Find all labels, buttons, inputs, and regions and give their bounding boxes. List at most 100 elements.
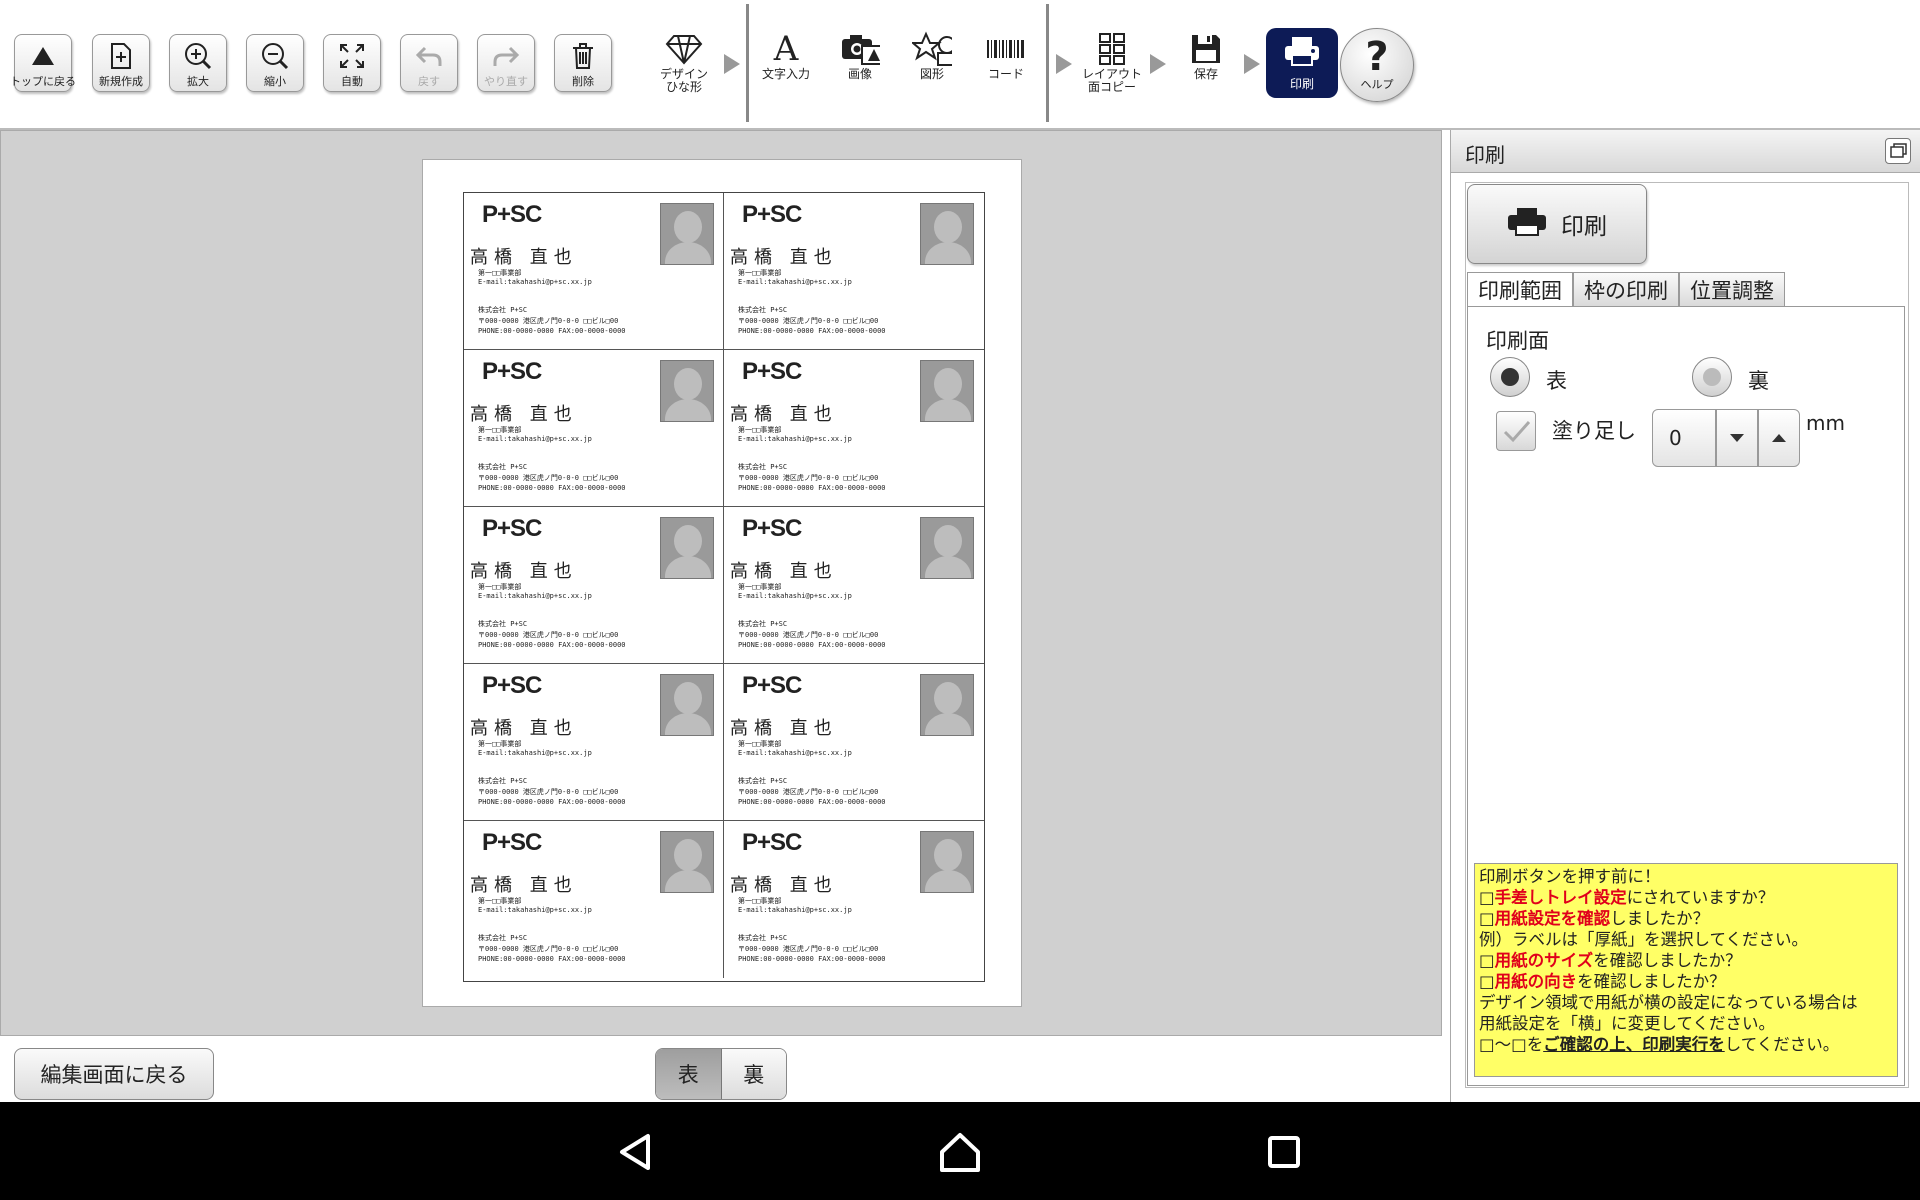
- top-button[interactable]: トップに戻る: [10, 34, 76, 92]
- tab-position-adjust[interactable]: 位置調整: [1679, 272, 1785, 306]
- radio-front[interactable]: [1490, 357, 1530, 397]
- business-card[interactable]: P+SC 高橋 直也 第一□□事業部 E-mail:takahashi@p+sc…: [464, 193, 724, 350]
- panel-tabs: 印刷範囲 枠の印刷 位置調整: [1467, 272, 1785, 306]
- note-line-4: □用紙のサイズを確認しましたか？: [1479, 951, 1742, 970]
- fit-button[interactable]: 自動: [323, 34, 381, 92]
- tab-frame-print[interactable]: 枠の印刷: [1573, 272, 1679, 306]
- card-company: 株式会社 P+SC: [738, 463, 788, 471]
- card-department: 第一□□事業部: [478, 897, 522, 905]
- code-label: コード: [987, 67, 1024, 81]
- business-card[interactable]: P+SC 高橋 直也 第一□□事業部 E-mail:takahashi@p+sc…: [464, 350, 724, 507]
- layout-copy-label: レイアウト 面コピー: [1081, 67, 1142, 94]
- card-email: E-mail:takahashi@p+sc.xx.jp: [738, 906, 852, 914]
- nav-back-icon[interactable]: [614, 1130, 658, 1174]
- card-company: 株式会社 P+SC: [738, 934, 788, 942]
- card-name: 高橋 直也: [470, 875, 578, 896]
- new-button[interactable]: 新規作成: [92, 34, 150, 92]
- paper-sheet: P+SC 高橋 直也 第一□□事業部 E-mail:takahashi@p+sc…: [422, 159, 1022, 1007]
- photo-placeholder-icon: [660, 360, 714, 422]
- business-card[interactable]: P+SC 高橋 直也 第一□□事業部 E-mail:takahashi@p+sc…: [724, 507, 984, 664]
- back-to-edit-button[interactable]: 編集画面に戻る: [14, 1048, 214, 1100]
- business-card[interactable]: P+SC 高橋 直也 第一□□事業部 E-mail:takahashi@p+sc…: [464, 821, 724, 978]
- business-card[interactable]: P+SC 高橋 直也 第一□□事業部 E-mail:takahashi@p+sc…: [724, 664, 984, 821]
- card-address: 〒000-0000 港区虎ノ門0-0-0 □□ビル□00: [738, 788, 879, 796]
- business-card[interactable]: P+SC 高橋 直也 第一□□事業部 E-mail:takahashi@p+sc…: [724, 821, 984, 978]
- layout-copy-tool[interactable]: レイアウト 面コピー: [1078, 30, 1146, 100]
- text-input-tool[interactable]: A 文字入力: [752, 29, 820, 100]
- card-name: 高橋 直也: [730, 875, 838, 896]
- design-template-tool[interactable]: デザイン ひな形: [650, 30, 718, 100]
- undo-icon: [414, 41, 444, 71]
- business-card[interactable]: P+SC 高橋 直也 第一□□事業部 E-mail:takahashi@p+sc…: [464, 507, 724, 664]
- design-canvas[interactable]: P+SC 高橋 直也 第一□□事業部 E-mail:takahashi@p+sc…: [0, 130, 1442, 1036]
- card-logo: P+SC: [742, 358, 802, 385]
- card-address: 〒000-0000 港区虎ノ門0-0-0 □□ビル□00: [478, 945, 619, 953]
- card-address: 〒000-0000 港区虎ノ門0-0-0 □□ビル□00: [738, 945, 879, 953]
- zoom-in-button[interactable]: 拡大: [169, 34, 227, 92]
- card-company: 株式会社 P+SC: [478, 777, 528, 785]
- card-name: 高橋 直也: [730, 561, 838, 582]
- business-card[interactable]: P+SC 高橋 直也 第一□□事業部 E-mail:takahashi@p+sc…: [464, 664, 724, 821]
- bleed-unit: mm: [1806, 411, 1845, 435]
- undo-button[interactable]: 戻す: [400, 34, 458, 92]
- delete-button[interactable]: 削除: [554, 34, 612, 92]
- zoom-out-button[interactable]: 縮小: [246, 34, 304, 92]
- nav-recents-icon[interactable]: [1262, 1130, 1306, 1174]
- nav-home-icon[interactable]: [938, 1130, 982, 1174]
- card-name: 高橋 直也: [730, 404, 838, 425]
- tab-print-range[interactable]: 印刷範囲: [1467, 272, 1573, 306]
- photo-placeholder-icon: [920, 203, 974, 265]
- card-email: E-mail:takahashi@p+sc.xx.jp: [738, 592, 852, 600]
- step-arrow: [1244, 54, 1260, 74]
- card-phone: PHONE:00-0000-0000 FAX:00-0000-0000: [738, 484, 886, 492]
- card-email: E-mail:takahashi@p+sc.xx.jp: [478, 749, 592, 757]
- save-tool[interactable]: 保存: [1172, 30, 1240, 100]
- help-label: ヘルプ: [1360, 78, 1394, 91]
- bottom-bar: 編集画面に戻る 表 裏: [0, 1036, 1442, 1102]
- step-arrow: [724, 54, 740, 74]
- question-mark-icon: ?: [1365, 34, 1389, 80]
- redo-button[interactable]: やり直す: [477, 34, 535, 92]
- front-side-button[interactable]: 表: [656, 1049, 722, 1099]
- card-phone: PHONE:00-0000-0000 FAX:00-0000-0000: [738, 955, 886, 963]
- help-button[interactable]: ? ヘルプ: [1340, 28, 1414, 102]
- tab-content: 印刷面 表 裏 塗り足し 0 mm 印刷ボタンを押す前に！ □手差しトレイ設定に…: [1467, 306, 1905, 1086]
- print-button[interactable]: 印刷: [1467, 184, 1647, 264]
- image-label: 画像: [847, 67, 872, 81]
- card-company: 株式会社 P+SC: [478, 934, 528, 942]
- card-name: 高橋 直也: [730, 718, 838, 739]
- photo-placeholder-icon: [920, 831, 974, 893]
- step-arrow: [1056, 54, 1072, 74]
- letter-a-icon: A: [773, 29, 799, 69]
- bleed-decrement-button[interactable]: [1716, 409, 1758, 467]
- window-restore-icon[interactable]: [1885, 138, 1911, 164]
- card-address: 〒000-0000 港区虎ノ門0-0-0 □□ビル□00: [738, 631, 879, 639]
- card-name: 高橋 直也: [470, 718, 578, 739]
- card-phone: PHONE:00-0000-0000 FAX:00-0000-0000: [738, 798, 886, 806]
- shape-tool[interactable]: 図形: [898, 30, 966, 100]
- print-tool[interactable]: 印刷: [1266, 28, 1338, 98]
- card-address: 〒000-0000 港区虎ノ門0-0-0 □□ビル□00: [478, 474, 619, 482]
- bleed-input[interactable]: 0: [1652, 409, 1716, 467]
- business-card[interactable]: P+SC 高橋 直也 第一□□事業部 E-mail:takahashi@p+sc…: [724, 193, 984, 350]
- undo-label: 戻す: [418, 75, 440, 88]
- bleed-increment-button[interactable]: [1758, 409, 1800, 467]
- card-department: 第一□□事業部: [738, 426, 782, 434]
- card-address: 〒000-0000 港区虎ノ門0-0-0 □□ビル□00: [478, 788, 619, 796]
- card-department: 第一□□事業部: [478, 269, 522, 277]
- bleed-checkbox[interactable]: [1496, 411, 1536, 451]
- business-card[interactable]: P+SC 高橋 直也 第一□□事業部 E-mail:takahashi@p+sc…: [724, 350, 984, 507]
- image-tool[interactable]: 画像: [826, 30, 894, 100]
- radio-back[interactable]: [1692, 357, 1732, 397]
- back-side-button[interactable]: 裏: [721, 1049, 786, 1099]
- note-line-2: □用紙設定を確認しましたか？: [1479, 909, 1710, 928]
- checkmark-icon: [1503, 421, 1531, 443]
- note-line-8: □〜□をご確認の上、印刷実行をしてください。: [1479, 1035, 1840, 1054]
- text-input-label: 文字入力: [761, 67, 810, 81]
- redo-icon: [491, 41, 521, 71]
- code-tool[interactable]: コード: [972, 30, 1040, 100]
- toolbar-separator: [746, 4, 749, 122]
- card-address: 〒000-0000 港区虎ノ門0-0-0 □□ビル□00: [738, 317, 879, 325]
- card-company: 株式会社 P+SC: [478, 463, 528, 471]
- card-department: 第一□□事業部: [478, 426, 522, 434]
